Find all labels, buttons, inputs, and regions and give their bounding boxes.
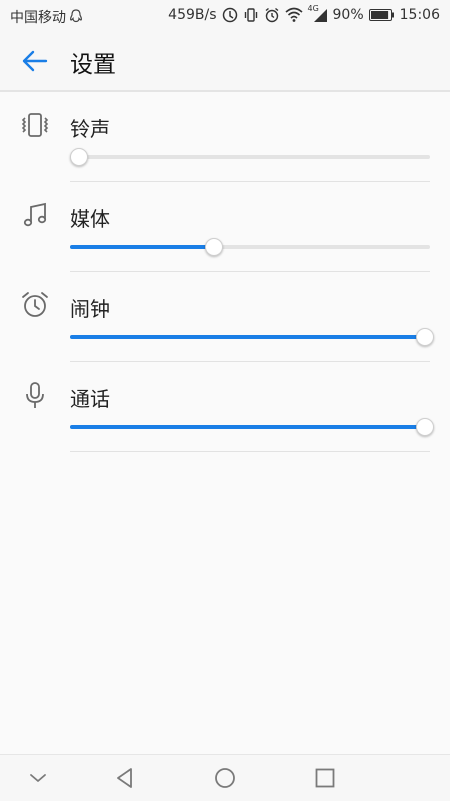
page-title: 设置 [70,52,116,78]
alarm-volume-slider[interactable] [70,327,434,347]
volume-row-ringtone: 铃声 [0,92,450,182]
music-note-icon [20,200,50,230]
net-speed: 459B/s [168,7,217,23]
carrier-label: 中国移动 [10,10,66,26]
status-right: 459B/s 4G 90% 15:06 [168,4,440,23]
status-bar: 中国移动 459B/s 4G 90% 15:06 [0,0,450,32]
slider-fill [70,335,430,339]
battery-percent: 90% [332,7,364,23]
wifi-icon [284,7,303,23]
slider-thumb[interactable] [416,418,434,436]
volume-label: 铃声 [70,117,110,141]
slider-track [70,155,430,159]
vibrate-status-icon [243,7,259,23]
slider-thumb[interactable] [205,238,223,256]
slider-fill [70,245,214,249]
back-button[interactable] [20,46,50,76]
collapse-icon[interactable] [25,765,51,791]
status-left: 中国移动 [10,7,83,27]
slider-thumb[interactable] [416,328,434,346]
vibrate-icon [20,110,50,140]
volume-row-media: 媒体 [0,182,450,272]
recents-square-icon[interactable] [312,765,338,791]
slider-thumb[interactable] [70,148,88,166]
back-arrow-icon [22,50,48,72]
data-saver-icon [222,7,238,23]
alarm-status-icon [264,7,280,23]
ringtone-volume-slider[interactable] [70,147,430,167]
cell-signal-icon: 4G [308,4,328,23]
media-volume-slider[interactable] [70,237,430,257]
volume-label: 通话 [70,387,110,411]
battery-icon [368,8,395,22]
home-circle-icon[interactable] [212,765,238,791]
alarm-clock-icon [20,290,50,320]
back-triangle-icon[interactable] [112,765,138,791]
volume-row-alarm: 闹钟 [0,272,450,362]
microphone-icon [20,380,50,410]
app-header: 设置 [0,32,450,92]
qq-icon [69,9,83,25]
volume-label: 闹钟 [70,297,110,321]
volume-label: 媒体 [70,207,110,231]
call-volume-slider[interactable] [70,417,434,437]
slider-fill [70,425,430,429]
navigation-bar [0,754,450,801]
divider [70,451,430,452]
clock-time: 15:06 [399,7,440,23]
volume-row-call: 通话 [0,362,450,452]
